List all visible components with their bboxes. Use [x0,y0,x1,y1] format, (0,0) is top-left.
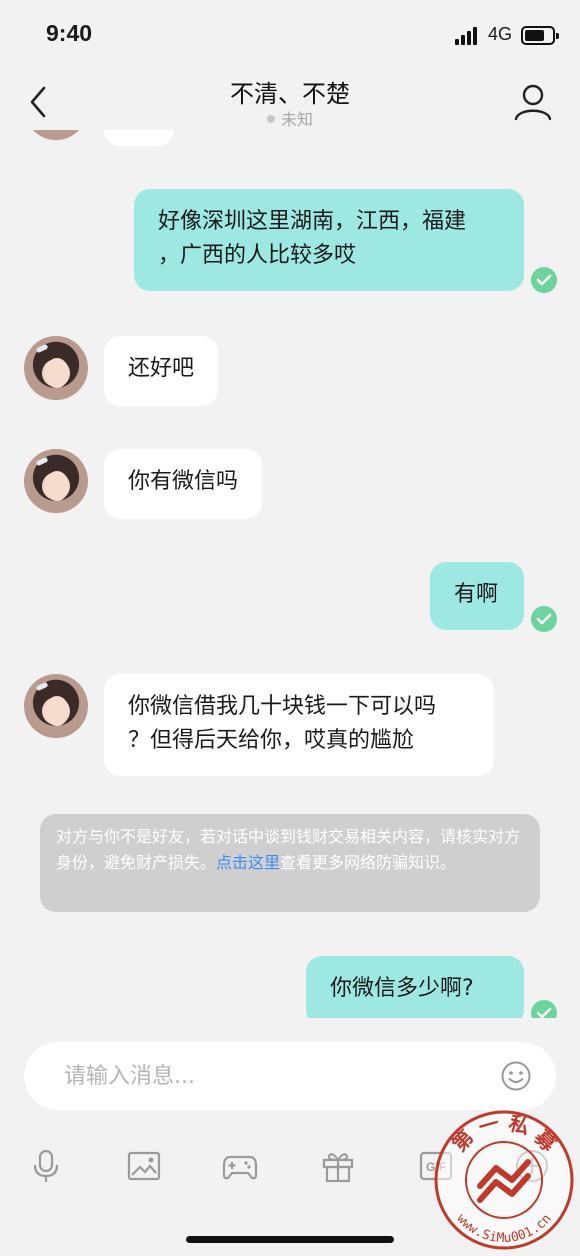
gift-icon[interactable] [320,1148,356,1184]
notice-link[interactable]: 点击这里 [216,853,280,872]
notice-text-after: 查看更多网络防骗知识。 [280,853,457,872]
safety-notice: 对方与你不是好友，若对话中谈到钱财交易相关内容，请核实对方身份，避免财产损失。点… [40,814,540,912]
image-icon[interactable] [126,1148,162,1184]
home-indicator [186,1236,394,1243]
message-input[interactable] [64,1056,484,1096]
read-check-icon [531,1000,557,1018]
message-bubble-incoming[interactable]: 你微信借我几十块钱一下可以吗 ？但得后天给你，哎真的尴尬 [104,674,494,776]
game-controller-icon[interactable] [222,1148,258,1184]
status-bar: 9:40 4G [0,0,580,70]
read-check-icon [531,606,557,632]
message-line: 你微信多少啊? [330,976,474,1001]
status-time: 9:40 [46,20,93,46]
message-line: 还好吧 [128,356,195,381]
message-line: ，广西的人比较多哎 [158,243,357,268]
message-line: 你有微信吗 [128,469,239,494]
message-line: 你微信借我几十块钱一下可以吗 [128,694,437,719]
smiley-icon [501,1061,531,1091]
message-line: 有啊 [454,582,499,607]
user-icon [514,84,552,121]
chat-header: 不清、不楚 未知 [0,70,580,130]
message-bubble-outgoing[interactable]: 有啊 [430,562,524,630]
status-dot [266,115,275,123]
message-bubble-outgoing[interactable]: 好像深圳这里湖南，江西，福建 ，广西的人比较多哎 [134,189,524,291]
message-line: ？但得后天给你，哎真的尴尬 [128,728,415,753]
online-status-label: 未知 [280,110,313,129]
emoji-button[interactable] [500,1060,532,1092]
watermark-stamp: 第 一 私 募 www.SiMu001.cn [432,1108,576,1252]
avatar[interactable] [24,449,88,513]
battery-icon [521,26,559,45]
profile-button[interactable] [512,82,554,122]
contact-name: 不清、不楚 [230,80,350,108]
avatar[interactable] [24,674,88,738]
network-type: 4G [488,24,513,44]
message-input-box[interactable] [24,1042,556,1110]
avatar[interactable] [24,130,88,140]
message-bubble-partial [104,130,174,146]
message-list[interactable]: 好像深圳这里湖南，江西，福建 ，广西的人比较多哎 还好吧 你有微信吗 有啊 你微… [0,130,580,1018]
online-status: 未知 [0,106,580,130]
avatar[interactable] [24,336,88,400]
message-bubble-incoming[interactable]: 你有微信吗 [104,449,263,519]
chat-screen: 9:40 4G 不清、不楚 未知 好像深圳这里湖南，江西，福建 ，广西的人比较多… [0,0,580,1256]
microphone-icon[interactable] [28,1148,64,1184]
signal-icon [455,27,481,45]
message-bubble-incoming[interactable]: 还好吧 [104,336,219,406]
message-line: 好像深圳这里湖南，江西，福建 [158,209,467,234]
message-bubble-outgoing[interactable]: 你微信多少啊? [306,956,524,1018]
read-check-icon [531,267,557,293]
